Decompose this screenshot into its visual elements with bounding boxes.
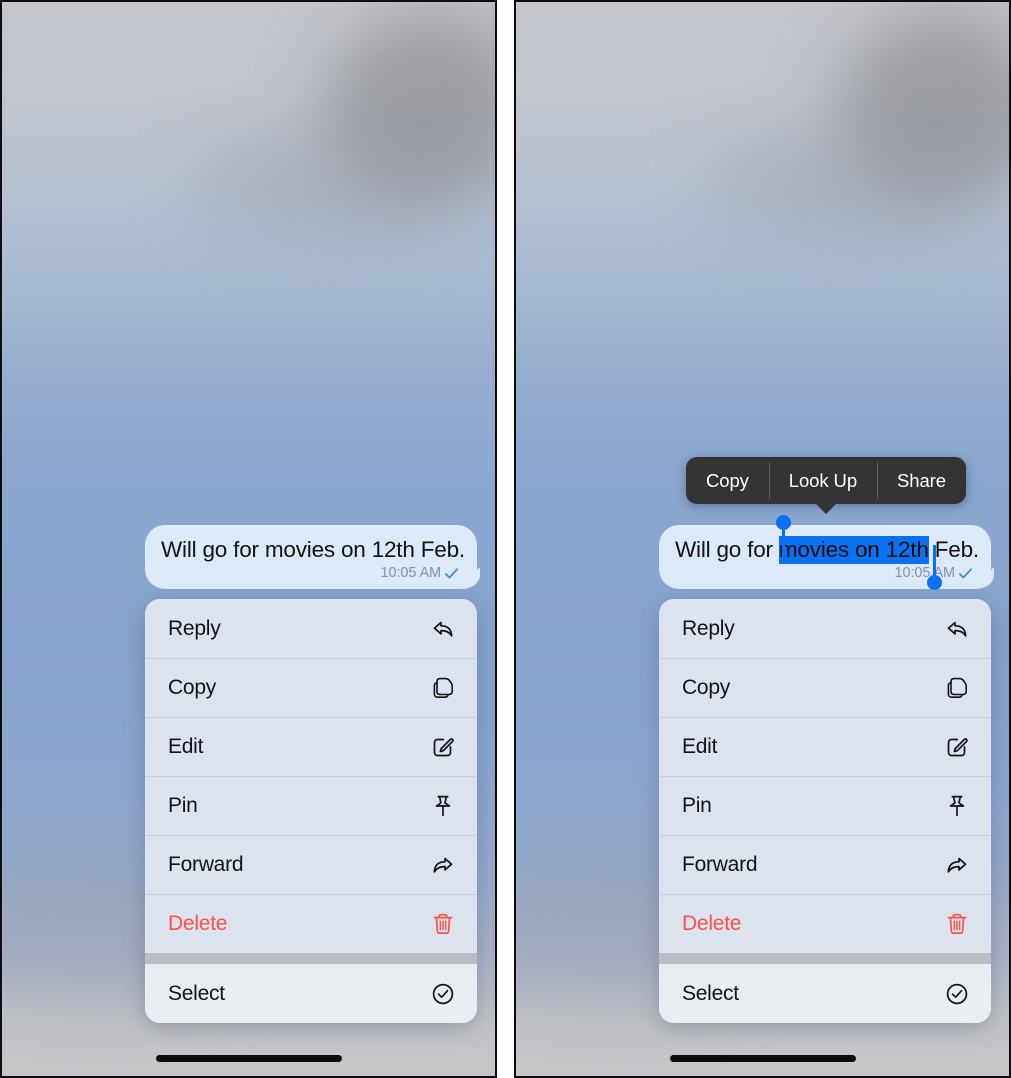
context-menu-right[interactable]: Reply Copy Edit Pin Forward Delete Selec…	[659, 599, 991, 1023]
edit-toolbar-look-up[interactable]: Look Up	[768, 457, 877, 504]
context-menu-secondary-group: Select	[659, 964, 991, 1023]
edit-toolbar-label: Copy	[706, 469, 749, 491]
reply-arrow-icon	[943, 615, 970, 642]
message-meta: 10:05 AM	[675, 565, 975, 581]
pushpin-icon	[943, 792, 970, 819]
message-text-selected[interactable]: movies on 12th	[778, 536, 929, 564]
message-meta: 10:05 AM	[161, 565, 461, 581]
pencil-square-icon	[429, 733, 456, 760]
copy-documents-icon	[943, 674, 970, 701]
menu-item-copy[interactable]: Copy	[659, 658, 991, 717]
copy-documents-icon	[429, 674, 456, 701]
menu-item-edit[interactable]: Edit	[659, 717, 991, 776]
panel-divider	[497, 0, 514, 1078]
menu-item-label: Delete	[682, 911, 742, 935]
message-bubble-container: Will go for movies on 12th Feb. 10:05 AM	[659, 515, 991, 590]
menu-item-delete[interactable]: Delete	[659, 894, 991, 953]
forward-arrow-icon	[943, 851, 970, 878]
context-menu-group-separator	[145, 953, 477, 964]
menu-item-forward[interactable]: Forward	[145, 835, 477, 894]
edit-toolbar-share[interactable]: Share	[877, 457, 966, 504]
context-menu-primary-group: Reply Copy Edit Pin Forward Delete	[145, 599, 477, 953]
menu-item-label: Pin	[682, 793, 712, 817]
trash-icon	[943, 910, 970, 937]
screenshot-stage: Will go for movies on 12th Feb. 10:05 AM	[0, 0, 1011, 1078]
wallpaper-blob	[195, 122, 455, 242]
menu-item-label: Reply	[168, 616, 221, 640]
menu-item-delete[interactable]: Delete	[145, 894, 477, 953]
check-circle-icon	[943, 980, 970, 1007]
menu-item-label: Delete	[168, 911, 228, 935]
menu-item-reply[interactable]: Reply	[659, 599, 991, 658]
context-menu-primary-group: Reply Copy Edit Pin Forward Delete	[659, 599, 991, 953]
menu-item-label: Edit	[168, 734, 204, 758]
menu-item-copy[interactable]: Copy	[145, 658, 477, 717]
reply-arrow-icon	[429, 615, 456, 642]
wallpaper-blob	[839, 12, 1009, 202]
menu-item-reply[interactable]: Reply	[145, 599, 477, 658]
pushpin-icon	[429, 792, 456, 819]
message-text: Will go for movies on 12th Feb.	[675, 536, 979, 564]
menu-item-pin[interactable]: Pin	[659, 776, 991, 835]
message-text: Will go for movies on 12th Feb.	[161, 536, 465, 564]
menu-item-label: Reply	[682, 616, 735, 640]
wallpaper-blob	[325, 12, 495, 202]
text-edit-toolbar[interactable]: Copy Look Up Share	[686, 457, 966, 514]
message-timestamp: 10:05 AM	[894, 565, 956, 581]
menu-item-label: Copy	[168, 675, 217, 699]
message-text-full: Will go for movies on 12th Feb.	[161, 537, 465, 562]
context-menu-group-separator	[659, 953, 991, 964]
edit-toolbar-copy[interactable]: Copy	[686, 457, 769, 504]
menu-item-label: Pin	[168, 793, 198, 817]
menu-item-label: Copy	[682, 675, 731, 699]
message-text-before: Will go for	[675, 537, 779, 562]
message-text-after: Feb.	[928, 537, 979, 562]
menu-item-pin[interactable]: Pin	[145, 776, 477, 835]
wallpaper-blob	[709, 122, 969, 242]
checkmark-icon	[958, 566, 973, 581]
message-bubble[interactable]: Will go for movies on 12th Feb. 10:05 AM	[145, 525, 477, 589]
menu-item-edit[interactable]: Edit	[145, 717, 477, 776]
menu-item-select[interactable]: Select	[145, 964, 477, 1023]
menu-item-label: Select	[168, 981, 225, 1005]
menu-item-label: Edit	[682, 734, 718, 758]
pencil-square-icon	[943, 733, 970, 760]
menu-item-label: Forward	[168, 852, 244, 876]
checkmark-icon	[444, 566, 459, 581]
home-indicator[interactable]	[669, 1055, 856, 1062]
message-timestamp: 10:05 AM	[380, 565, 442, 581]
context-menu-left[interactable]: Reply Copy Edit Pin Forward Delete Selec…	[145, 599, 477, 1023]
menu-item-select[interactable]: Select	[659, 964, 991, 1023]
trash-icon	[429, 910, 456, 937]
menu-item-label: Forward	[682, 852, 758, 876]
home-indicator[interactable]	[155, 1055, 342, 1062]
phone-screen-left: Will go for movies on 12th Feb. 10:05 AM	[0, 0, 497, 1078]
edit-toolbar-label: Look Up	[788, 469, 858, 491]
context-menu-secondary-group: Select	[145, 964, 477, 1023]
menu-item-forward[interactable]: Forward	[659, 835, 991, 894]
toolbar-caret-icon	[814, 503, 837, 514]
forward-arrow-icon	[429, 851, 456, 878]
edit-toolbar-label: Share	[897, 469, 946, 491]
message-bubble[interactable]: Will go for movies on 12th Feb. 10:05 AM	[659, 525, 991, 589]
menu-item-label: Select	[682, 981, 739, 1005]
message-bubble-container: Will go for movies on 12th Feb. 10:05 AM	[145, 525, 477, 589]
check-circle-icon	[429, 980, 456, 1007]
phone-screen-right: Copy Look Up Share Will go for movies on…	[514, 0, 1011, 1078]
